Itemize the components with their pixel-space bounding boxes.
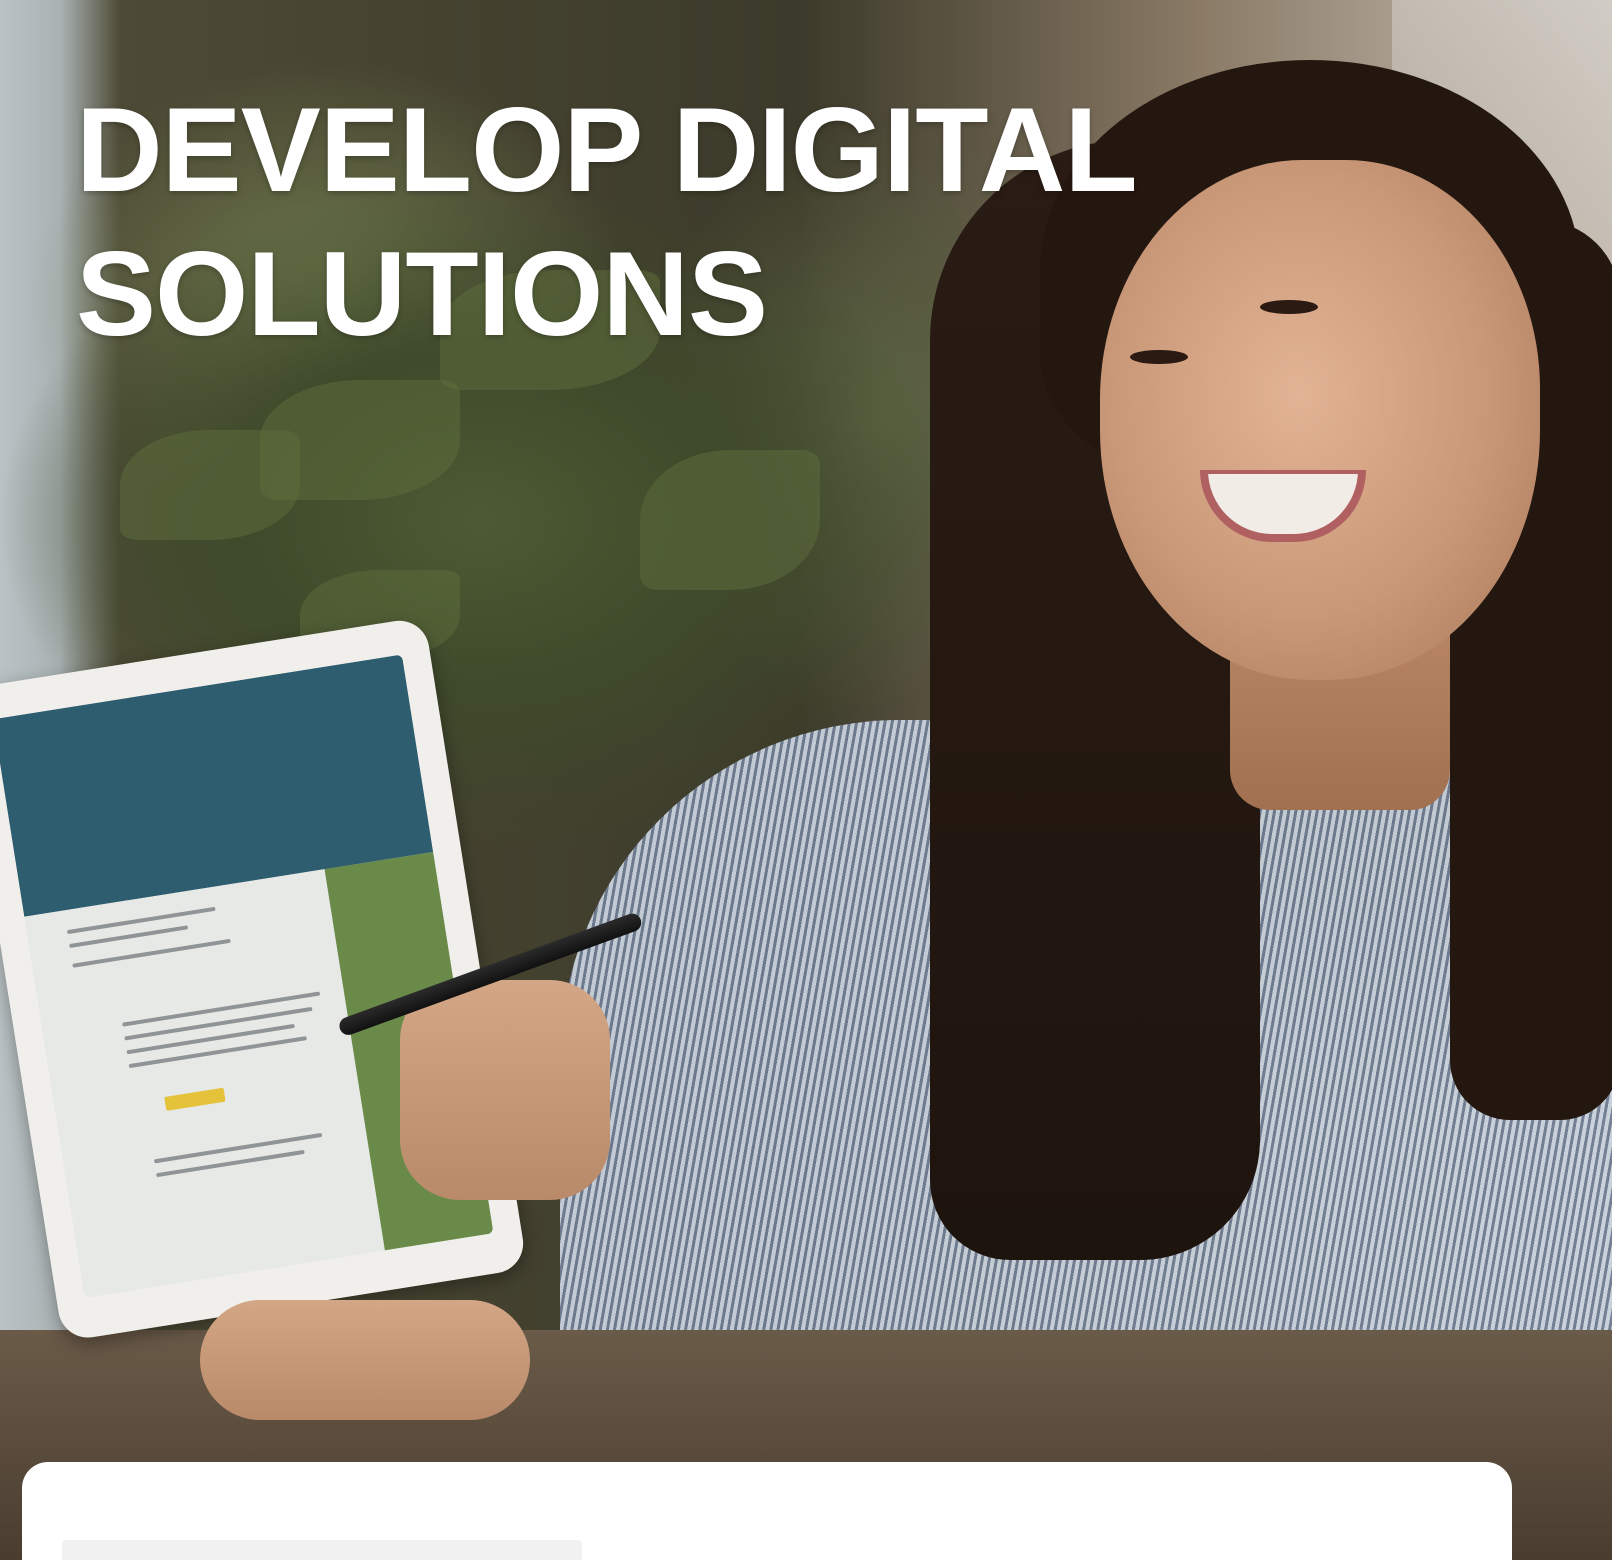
plant-leaf [640, 450, 820, 590]
headline-line-1: DEVELOP DIGITAL [76, 83, 1138, 217]
hand-holding-pen [400, 980, 610, 1200]
tablet-text-line [128, 1036, 308, 1069]
eye [1260, 300, 1318, 314]
hero-headline: DEVELOP DIGITAL SOLUTIONS [76, 78, 1138, 366]
eye [1130, 350, 1188, 364]
face [1100, 160, 1540, 680]
tablet-screen-button [164, 1087, 226, 1111]
tablet-text-line [66, 906, 216, 935]
hero-banner: DEVELOP DIGITAL SOLUTIONS [0, 0, 1612, 1560]
tablet-screen [0, 654, 494, 1298]
tablet-text-line [156, 1149, 305, 1178]
tablet-text-line [153, 1132, 323, 1164]
card-placeholder-bar [62, 1540, 582, 1560]
plant-leaf [120, 430, 300, 540]
tablet-screen-content [24, 869, 385, 1298]
content-card [22, 1462, 1512, 1560]
hand-holding-tablet [200, 1300, 530, 1420]
headline-line-2: SOLUTIONS [76, 227, 768, 361]
tablet-text-line [126, 1023, 295, 1055]
